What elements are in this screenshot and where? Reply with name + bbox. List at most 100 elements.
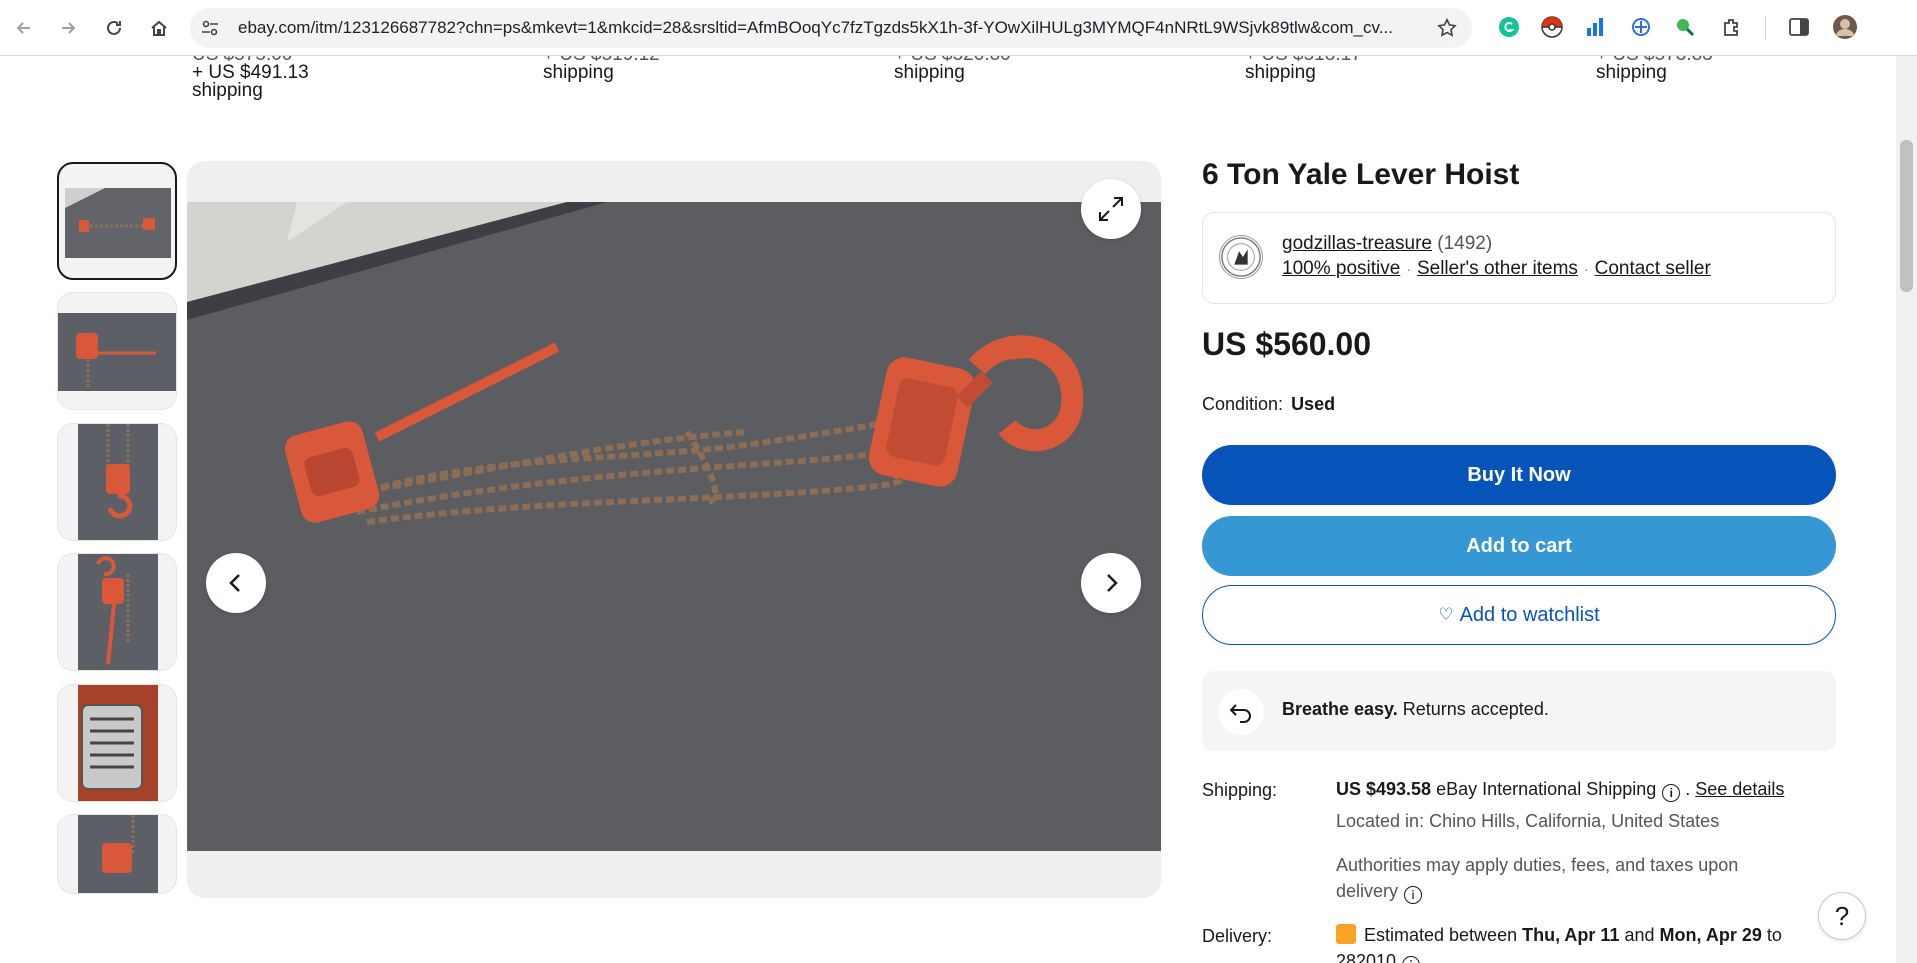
hoist-thumbnail-image [78, 424, 158, 540]
browser-toolbar: ebay.com/itm/123126687782?chn=ps&mkevt=1… [0, 0, 1917, 56]
url-text: ebay.com/itm/123126687782?chn=ps&mkevt=1… [238, 18, 1393, 37]
thumbnail-2[interactable] [57, 292, 177, 410]
see-details-link[interactable]: See details [1695, 779, 1784, 799]
delivery-prefix: Estimated between [1364, 925, 1518, 945]
shipping-label: Shipping: [1202, 780, 1278, 800]
condition-value: Used [1291, 394, 1336, 414]
similar-item-shipping-label: shipping [192, 80, 263, 101]
reload-icon [107, 20, 121, 35]
shipping-price-line: US $493.58 eBay International Shipping i … [1336, 779, 1785, 802]
item-price: US $560.00 [1202, 326, 1372, 362]
condition-label: Condition: [1202, 394, 1284, 414]
side-panel-icon[interactable] [1786, 14, 1812, 40]
reload-button[interactable] [96, 10, 132, 46]
hoist-thumbnail-image [78, 554, 158, 670]
address-bar[interactable]: ebay.com/itm/123126687782?chn=ps&mkevt=1… [190, 8, 1472, 48]
contact-seller-link[interactable]: Contact seller [1595, 258, 1711, 279]
similar-item-1[interactable]: US $575.00 + US $491.13 shipping [192, 56, 309, 100]
ai-extension-icon[interactable] [1628, 14, 1654, 40]
seller-name-link[interactable]: godzillas-treasure [1282, 233, 1432, 254]
add-to-watchlist-button[interactable]: ♡ Add to watchlist [1202, 585, 1836, 645]
delivery-label: Delivery: [1202, 926, 1273, 946]
forward-button[interactable] [50, 10, 86, 46]
fullscreen-button[interactable] [1081, 179, 1141, 239]
chevron-left-icon [229, 574, 240, 592]
delivery-start: Thu, Apr 11 [1522, 925, 1620, 945]
similar-item-5[interactable]: + US $573.83 shipping [1596, 56, 1713, 82]
seller-other-items-link[interactable]: Seller's other items [1417, 258, 1578, 279]
previous-image-button[interactable] [206, 553, 266, 613]
home-button[interactable] [141, 10, 177, 46]
shipping-method: eBay International Shipping [1436, 779, 1657, 799]
chart-extension-icon[interactable] [1583, 14, 1609, 40]
similar-item-2[interactable]: + US $519.12 shipping [543, 56, 660, 82]
item-location: Located in: Chino Hills, California, Uni… [1336, 811, 1720, 831]
hoist-main-image [187, 202, 1161, 851]
hoist-thumbnail-image [65, 188, 171, 258]
site-info-icon[interactable] [200, 18, 220, 38]
delivery-end: Mon, Apr 29 [1659, 925, 1762, 945]
hoist-thumbnail-image [58, 313, 176, 391]
positive-feedback-link[interactable]: 100% positive [1282, 258, 1400, 279]
seller-card: godzillas-treasure (1492) 100% positive ·… [1202, 212, 1836, 304]
return-arrow-icon [1218, 689, 1264, 735]
hoist-thumbnail-image [78, 815, 158, 893]
pokeball-extension-icon[interactable] [1539, 14, 1565, 40]
similar-item-shipping-label: shipping [1245, 62, 1316, 83]
shipping-details: US $493.58 eBay International Shipping i … [1336, 776, 1784, 904]
profile-avatar[interactable] [1832, 14, 1858, 40]
thumbnail-5[interactable] [57, 684, 177, 802]
condition-row: Condition: Used [1202, 394, 1335, 415]
magnifier-extension-icon[interactable] [1672, 14, 1698, 40]
seller-logo[interactable] [1219, 235, 1263, 279]
page-scrollbar[interactable] [1896, 56, 1917, 963]
returns-text: Breathe easy. Returns accepted. [1282, 699, 1549, 720]
ebay-listing-page: US $575.00 + US $491.13 shipping + US $5… [0, 56, 1896, 963]
extensions-puzzle-icon[interactable] [1719, 14, 1745, 40]
add-to-cart-button[interactable]: Add to cart [1202, 516, 1836, 576]
returns-bold-text: Breathe easy. [1282, 699, 1398, 719]
info-icon[interactable]: i [1662, 784, 1681, 802]
thumbnail-6[interactable] [57, 814, 177, 894]
similar-item-4[interactable]: + US $518.17 shipping [1245, 56, 1362, 82]
similar-item-shipping-label: shipping [1596, 62, 1667, 83]
grammarly-extension-icon[interactable] [1496, 14, 1522, 40]
thumbnail-3[interactable] [57, 423, 177, 541]
thumbnail-4[interactable] [57, 553, 177, 671]
delivery-details: Estimated between Thu, Apr 11 and Mon, A… [1336, 922, 1816, 963]
help-button[interactable]: ? [1818, 892, 1866, 940]
duties-text: Authorities may apply duties, fees, and … [1336, 852, 1784, 904]
expand-icon [1099, 197, 1123, 221]
seller-feedback-count: (1492) [1437, 233, 1493, 254]
hoist-thumbnail-image [78, 685, 158, 801]
watchlist-label: Add to watchlist [1459, 603, 1600, 626]
back-button[interactable] [6, 10, 42, 46]
seller-name-line: godzillas-treasure (1492) [1282, 233, 1492, 255]
thumbnail-1[interactable] [57, 162, 177, 280]
arrow-right-icon [62, 22, 76, 34]
next-image-button[interactable] [1081, 553, 1141, 613]
delivery-zip[interactable]: 282010 [1336, 951, 1396, 963]
arrow-left-icon [16, 22, 30, 34]
seller-links: 100% positive · Seller's other items · Conta… [1282, 258, 1711, 280]
returns-accepted-text: Returns accepted. [1402, 699, 1549, 719]
info-icon[interactable]: i [1402, 956, 1421, 963]
info-icon[interactable]: i [1404, 886, 1423, 904]
duties-line-1: Authorities may apply duties, fees, and … [1336, 855, 1739, 875]
heart-icon: ♡ [1438, 605, 1454, 624]
toolbar-divider [1765, 16, 1766, 40]
main-image-viewer[interactable] [187, 161, 1161, 898]
chevron-right-icon [1107, 574, 1118, 592]
returns-banner: Breathe easy. Returns accepted. [1202, 671, 1836, 751]
home-icon [151, 20, 167, 36]
listing-title: 6 Ton Yale Lever Hoist [1202, 158, 1520, 191]
duties-line-2: delivery [1336, 881, 1399, 901]
similar-item-3[interactable]: + US $520.80 shipping [894, 56, 1011, 82]
separator-dot: · [1406, 261, 1411, 277]
similar-item-shipping-label: shipping [543, 62, 614, 83]
separator-dot: · [1583, 261, 1589, 277]
scrollbar-thumb[interactable] [1900, 140, 1913, 292]
similar-item-shipping-label: shipping [894, 62, 965, 83]
bookmark-star-icon[interactable] [1436, 17, 1458, 39]
buy-it-now-button[interactable]: Buy It Now [1202, 445, 1836, 505]
